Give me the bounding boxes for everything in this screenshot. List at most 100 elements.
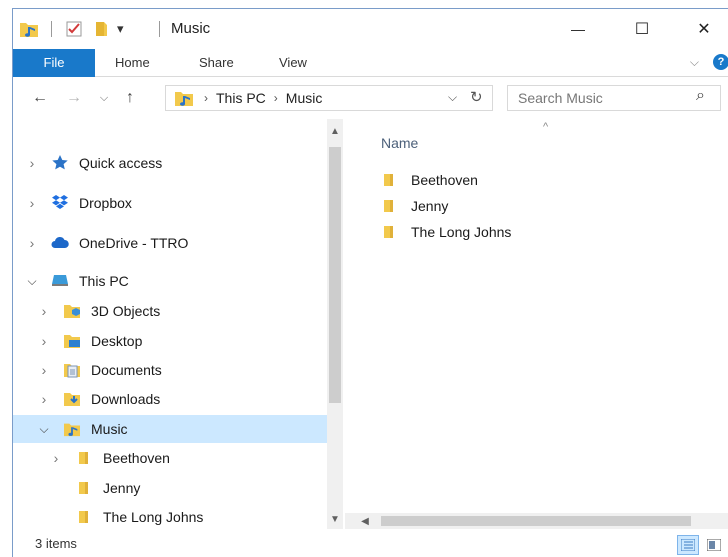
nav-label-music: Music bbox=[91, 421, 128, 437]
chevron-right-icon[interactable]: › bbox=[37, 303, 51, 319]
recent-locations-button[interactable]: ⌵ bbox=[93, 87, 115, 109]
nav-label-onedrive: OneDrive - TTRO bbox=[79, 235, 189, 251]
scrollbar-thumb[interactable] bbox=[329, 147, 341, 403]
nav-item-onedrive[interactable]: › OneDrive - TTRO bbox=[13, 229, 327, 257]
chevron-right-icon[interactable]: › bbox=[25, 155, 39, 171]
nav-item-desktop[interactable]: › Desktop bbox=[13, 327, 327, 355]
nav-label-3d-objects: 3D Objects bbox=[91, 303, 161, 319]
details-view-button[interactable] bbox=[677, 535, 699, 555]
content-horizontal-scrollbar[interactable]: ◀ bbox=[345, 513, 728, 529]
scroll-left-icon[interactable]: ◀ bbox=[357, 513, 373, 529]
title-bar: ▾ Music — ☐ ✕ bbox=[13, 9, 728, 49]
chevron-down-icon: ⌵ bbox=[99, 91, 109, 104]
chevron-right-icon[interactable]: › bbox=[37, 333, 51, 349]
nav-label-desktop: Desktop bbox=[91, 333, 143, 349]
new-folder-button[interactable] bbox=[93, 19, 111, 39]
file-explorer-window: ▾ Music — ☐ ✕ File Home Share View ⌵ ? ←… bbox=[12, 8, 728, 557]
folder-icon bbox=[381, 173, 397, 187]
chevron-right-icon[interactable]: › bbox=[49, 450, 63, 466]
breadcrumb-this-pc[interactable]: This PC bbox=[216, 90, 266, 106]
chevron-right-icon[interactable]: › bbox=[25, 235, 39, 251]
nav-item-downloads[interactable]: › Downloads bbox=[13, 385, 327, 413]
status-bar: 3 items bbox=[13, 531, 728, 557]
app-icon[interactable] bbox=[19, 19, 39, 39]
breadcrumb-separator-icon[interactable]: › bbox=[274, 91, 278, 105]
search-box[interactable]: ⌕ bbox=[507, 85, 721, 111]
file-name: Beethoven bbox=[411, 172, 478, 188]
back-button[interactable]: ← bbox=[29, 87, 51, 109]
scroll-down-icon[interactable]: ▼ bbox=[327, 511, 343, 527]
navigation-scrollbar[interactable]: ▲ ▼ bbox=[327, 119, 343, 529]
address-dropdown-icon[interactable]: ⌵ bbox=[448, 90, 457, 105]
list-item[interactable]: Beethoven bbox=[381, 167, 681, 193]
chevron-right-icon[interactable]: › bbox=[37, 391, 51, 407]
scroll-up-icon[interactable]: ▲ bbox=[327, 123, 343, 139]
minimize-button[interactable]: — bbox=[563, 15, 593, 43]
title-separator-2 bbox=[159, 21, 160, 37]
help-icon[interactable]: ? bbox=[713, 54, 728, 70]
close-button[interactable]: ✕ bbox=[689, 15, 719, 43]
chevron-right-icon[interactable]: › bbox=[25, 195, 39, 211]
nav-item-music[interactable]: ⌵ Music bbox=[13, 415, 327, 443]
tab-file[interactable]: File bbox=[13, 49, 95, 77]
breadcrumb-separator-icon[interactable]: › bbox=[204, 91, 208, 105]
chevron-down-icon[interactable]: ⌵ bbox=[37, 422, 51, 436]
nav-label-jenny: Jenny bbox=[103, 480, 141, 496]
list-item[interactable]: The Long Johns bbox=[381, 219, 681, 245]
chevron-down-icon[interactable]: ⌵ bbox=[25, 274, 39, 288]
file-name: The Long Johns bbox=[411, 224, 512, 240]
computer-icon bbox=[51, 273, 69, 289]
nav-item-this-pc[interactable]: ⌵ This PC bbox=[13, 267, 327, 295]
tab-share[interactable]: Share bbox=[199, 49, 234, 77]
title-separator bbox=[51, 21, 52, 37]
desktop-folder-icon bbox=[63, 333, 81, 349]
nav-item-dropbox[interactable]: › Dropbox bbox=[13, 189, 327, 217]
forward-button[interactable]: → bbox=[63, 87, 85, 109]
nav-label-beethoven: Beethoven bbox=[103, 450, 170, 466]
documents-folder-icon bbox=[63, 362, 81, 378]
breadcrumb-music[interactable]: Music bbox=[286, 90, 323, 106]
large-icons-view-button[interactable] bbox=[703, 535, 725, 555]
address-bar[interactable]: › This PC › Music ⌵ ↻ bbox=[165, 85, 493, 111]
up-button[interactable]: ↑ bbox=[119, 87, 141, 109]
search-input[interactable] bbox=[518, 89, 688, 107]
music-folder-icon bbox=[63, 421, 81, 437]
close-icon: ✕ bbox=[697, 21, 711, 38]
chevron-right-icon[interactable]: › bbox=[37, 362, 51, 378]
window-title: Music bbox=[171, 20, 211, 37]
downloads-folder-icon bbox=[63, 391, 81, 407]
maximize-button[interactable]: ☐ bbox=[627, 15, 657, 43]
properties-button[interactable] bbox=[65, 19, 83, 39]
navigation-pane: › Quick access › Dropbox › OneDrive - TT… bbox=[13, 119, 327, 529]
nav-label-quick-access: Quick access bbox=[79, 155, 163, 171]
column-header-name[interactable]: Name bbox=[381, 135, 418, 151]
list-item[interactable]: Jenny bbox=[381, 193, 681, 219]
nav-item-documents[interactable]: › Documents bbox=[13, 356, 327, 384]
forward-arrow-icon: → bbox=[66, 89, 82, 106]
address-row: ← → ⌵ ↑ › This PC › Music ⌵ ↻ ⌕ bbox=[13, 79, 728, 117]
star-icon bbox=[51, 155, 69, 171]
nav-item-jenny[interactable]: Jenny bbox=[13, 474, 327, 502]
expand-ribbon-button[interactable]: ⌵ bbox=[690, 55, 699, 70]
cloud-icon bbox=[51, 235, 69, 251]
file-name: Jenny bbox=[411, 198, 449, 214]
search-icon[interactable]: ⌕ bbox=[696, 87, 705, 105]
nav-item-the-long-johns[interactable]: The Long Johns bbox=[13, 503, 327, 529]
nav-label-documents: Documents bbox=[91, 362, 162, 378]
file-list-pane: ^ Name Beethoven Jenny The Long Johns bbox=[345, 119, 728, 529]
music-folder-icon bbox=[20, 23, 38, 37]
sort-ascending-icon: ^ bbox=[543, 121, 549, 133]
item-count: 3 items bbox=[35, 536, 77, 551]
nav-item-quick-access[interactable]: › Quick access bbox=[13, 149, 327, 177]
refresh-icon[interactable]: ↻ bbox=[470, 88, 483, 106]
nav-label-dropbox: Dropbox bbox=[79, 195, 132, 211]
nav-item-beethoven[interactable]: › Beethoven bbox=[13, 444, 327, 472]
folder-icon bbox=[75, 480, 93, 496]
ribbon-controls: ⌵ ? bbox=[690, 54, 728, 70]
scrollbar-thumb[interactable] bbox=[381, 516, 691, 526]
tab-view[interactable]: View bbox=[279, 49, 307, 77]
tab-home[interactable]: Home bbox=[115, 49, 150, 77]
minimize-icon: — bbox=[571, 21, 585, 37]
customize-quick-access-button[interactable]: ▾ bbox=[117, 19, 124, 39]
nav-item-3d-objects[interactable]: › 3D Objects bbox=[13, 297, 327, 325]
